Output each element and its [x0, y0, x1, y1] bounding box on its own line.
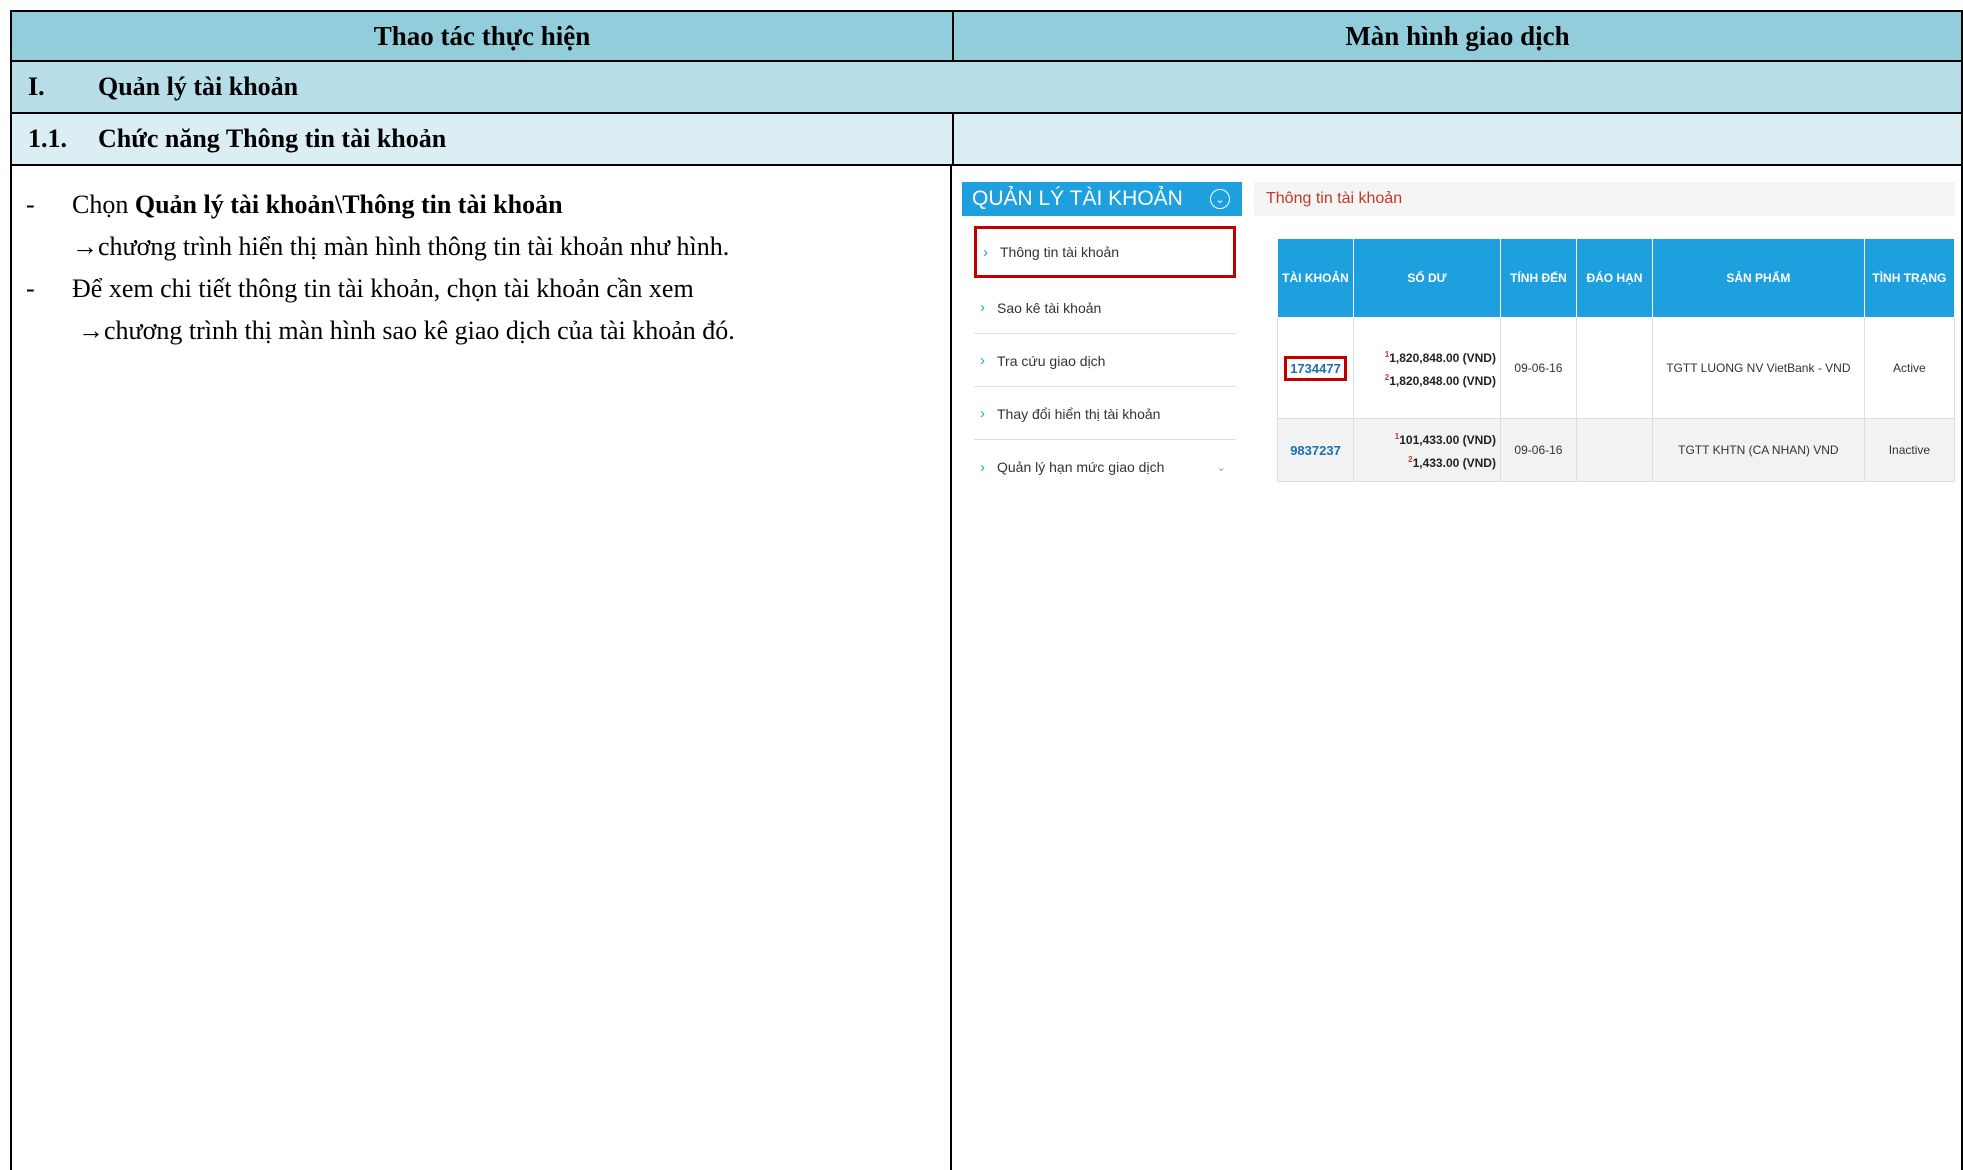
column-header: ĐÁO HẠN	[1575, 238, 1653, 318]
section-number: I.	[28, 72, 45, 101]
chevron-down-icon[interactable]: ⌄	[1210, 189, 1230, 209]
due-date	[1575, 317, 1653, 419]
column-header: TÍNH ĐẾN	[1499, 238, 1577, 318]
account-number-link[interactable]: 9837237	[1290, 443, 1341, 458]
menu-item-transaction-lookup[interactable]: › Tra cứu giao dịch	[974, 335, 1236, 387]
chevron-right-icon: ›	[980, 352, 985, 369]
column-header: SỐ DƯ	[1353, 238, 1501, 318]
instruction-document: Thao tác thực hiện Màn hình giao dịch I.…	[10, 10, 1963, 1170]
balance-value: 1,820,848.00 (VND)	[1389, 374, 1496, 388]
balance-value: 101,433.00 (VND)	[1399, 433, 1496, 447]
account-number-link[interactable]: 1734477	[1284, 355, 1347, 381]
column-divider	[950, 166, 952, 1170]
table-row[interactable]: 9837237 1101,433.00 (VND) 21,433.00 (VND)…	[1277, 418, 1956, 482]
column-header: SẢN PHẨM	[1651, 238, 1865, 318]
instruction-step-1: - Chọn Quản lý tài khoản\Thông tin tài kh…	[26, 190, 563, 219]
balance-value: 1,820,848.00 (VND)	[1389, 351, 1496, 365]
instruction-result-2: →chương trình thị màn hình sao kê giao d…	[78, 316, 735, 345]
product-name: TGTT KHTN (CA NHAN) VND	[1651, 418, 1865, 482]
chevron-right-icon: ›	[983, 243, 988, 261]
menu-item-account-info[interactable]: › Thông tin tài khoản	[974, 226, 1236, 278]
due-date	[1575, 418, 1653, 482]
section-title: Quản lý tài khoản	[98, 72, 299, 101]
table-header-row: Thao tác thực hiện Màn hình giao dịch	[10, 10, 1963, 62]
as-of-date: 09-06-16	[1499, 317, 1577, 419]
screen-capture: QUẢN LÝ TÀI KHOẢN ⌄ › Thông tin tài khoả…	[962, 182, 1956, 493]
menu-item-display-change[interactable]: › Thay đổi hiển thị tài khoản	[974, 388, 1236, 440]
header-screen: Màn hình giao dịch	[1345, 20, 1570, 51]
menu-item-limit-management[interactable]: › Quản lý hạn mức giao dịch ⌄	[974, 441, 1236, 493]
account-status: Active	[1863, 317, 1956, 419]
menu-path: Quản lý tài khoản\Thông tin tài khoản	[134, 190, 563, 219]
instruction-step-2: - Để xem chi tiết thông tin tài khoản, ch…	[26, 274, 694, 303]
subsection-row: 1.1. Chức năng Thông tin tài khoản	[10, 114, 1963, 166]
header-actions: Thao tác thực hiện	[12, 12, 954, 60]
table-row[interactable]: 1734477 11,820,848.00 (VND) 21,820,848.00…	[1277, 317, 1956, 419]
section-row: I. Quản lý tài khoản	[10, 62, 1963, 114]
page-title: Thông tin tài khoản	[1254, 182, 1955, 216]
menu-header[interactable]: QUẢN LÝ TÀI KHOẢN ⌄	[962, 182, 1242, 216]
as-of-date: 09-06-16	[1499, 418, 1577, 482]
content-row: - Chọn Quản lý tài khoản\Thông tin tài kh…	[10, 166, 1963, 1170]
product-name: TGTT LUONG NV VietBank - VND	[1651, 317, 1865, 419]
chevron-down-icon: ⌄	[1216, 461, 1226, 474]
chevron-right-icon: ›	[980, 405, 985, 422]
balance-value: 1,433.00 (VND)	[1412, 456, 1496, 470]
account-table: TÀI KHOẢN SỐ DƯ TÍNH ĐẾN ĐÁO HẠN SẢN PHẨ…	[1277, 238, 1956, 482]
chevron-right-icon: ›	[980, 299, 985, 316]
subsection-title: Chức năng Thông tin tài khoản	[98, 124, 447, 153]
chevron-right-icon: ›	[980, 458, 985, 476]
instruction-text: - Chọn Quản lý tài khoản\Thông tin tài kh…	[12, 184, 942, 352]
subsection-number: 1.1.	[28, 124, 67, 153]
column-header: TÀI KHOẢN	[1277, 238, 1354, 318]
column-header: TÌNH TRẠNG	[1863, 238, 1956, 318]
menu-item-statement[interactable]: › Sao kê tài khoản	[974, 282, 1236, 334]
instruction-result-1: →chương trình hiển thị màn hình thông ti…	[72, 232, 730, 261]
account-status: Inactive	[1863, 418, 1956, 482]
